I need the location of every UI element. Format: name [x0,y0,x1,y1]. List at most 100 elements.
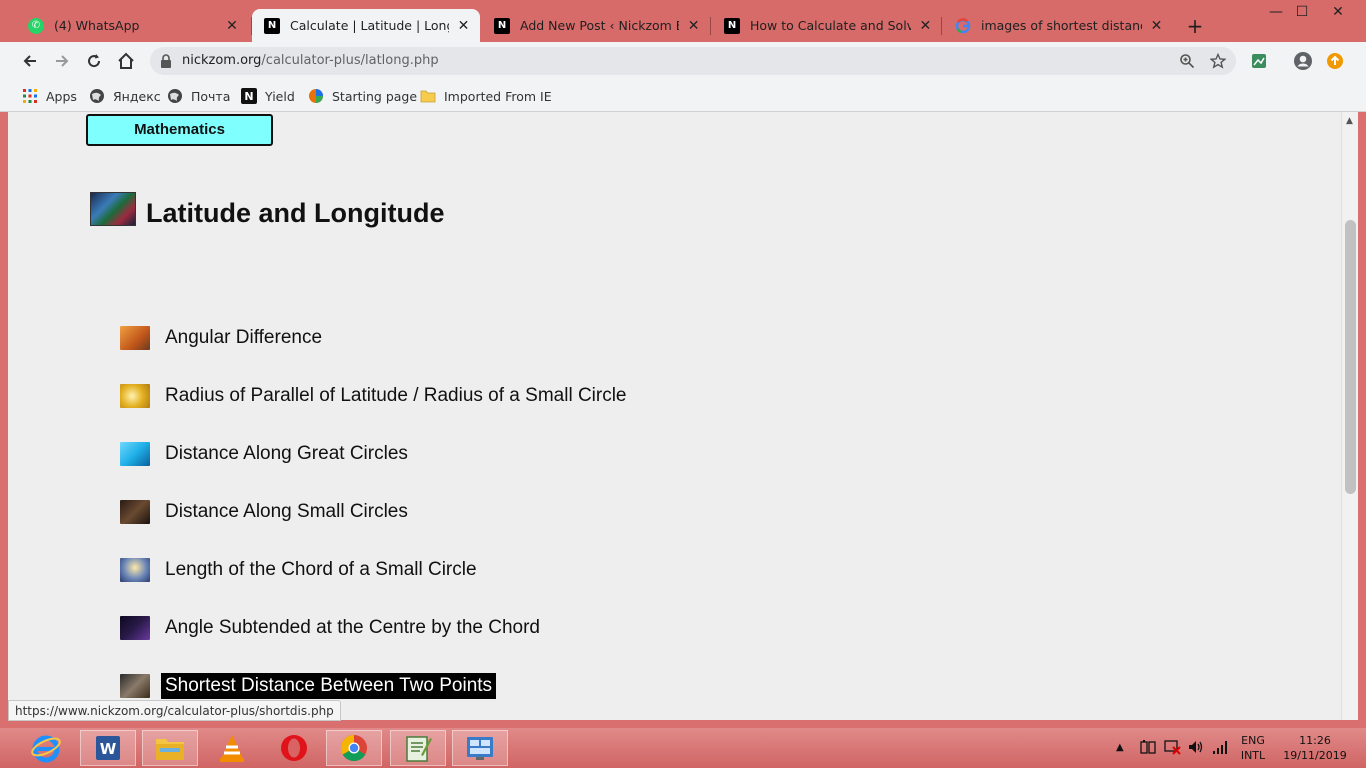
chrome-icon[interactable] [326,730,382,766]
url-text[interactable]: nickzom.org/calculator-plus/latlong.php [182,53,439,68]
show-hidden-icons-button[interactable]: ▲ [1116,740,1124,768]
tab-title: (4) WhatsApp [54,18,140,33]
close-icon[interactable]: ✕ [1150,18,1163,34]
link-angle-subtended[interactable]: Angle Subtended at the Centre by the Cho… [120,613,544,643]
scrollbar-thumb[interactable] [1345,220,1356,494]
extension-icon[interactable] [1249,51,1269,71]
opera-icon[interactable] [266,730,322,766]
battery-icon[interactable] [1139,739,1157,768]
back-button[interactable] [18,49,42,73]
link-label[interactable]: Length of the Chord of a Small Circle [165,557,481,583]
link-shortest-distance[interactable]: Shortest Distance Between Two Points [120,671,497,701]
link-label[interactable]: Distance Along Small Circles [165,499,412,525]
starting-page-icon [308,88,324,104]
latitude-longitude-thumbnail [90,192,136,226]
link-thumbnail [120,326,150,350]
close-icon[interactable]: ✕ [687,18,700,34]
tab-separator [941,17,942,35]
forward-arrow-icon [56,55,69,67]
language-code: ENG [1241,734,1265,747]
link-thumbnail [120,384,150,408]
link-thumbnail [120,674,150,698]
page-title: Latitude and Longitude [146,198,445,228]
bookmarks-bar: Apps Яндекс Почта N Yield Starting page … [0,80,1366,112]
clock-date: 19/11/2019 [1283,749,1347,762]
home-icon [118,52,134,69]
bookmark-label: Яндекс [113,88,161,104]
link-label[interactable]: Angular Difference [165,325,326,351]
link-distance-small-circles[interactable]: Distance Along Small Circles [120,497,412,527]
link-label[interactable]: Distance Along Great Circles [165,441,412,467]
close-icon[interactable]: ✕ [224,18,240,34]
new-tab-button[interactable]: + [1184,14,1206,38]
link-label[interactable]: Radius of Parallel of Latitude / Radius … [165,383,631,409]
url-host: nickzom.org [182,53,262,68]
reload-button[interactable] [82,49,106,73]
tab-separator [710,17,711,35]
bookmark-pochta[interactable]: Почта [167,85,230,107]
volume-icon[interactable] [1187,739,1205,768]
vlc-icon[interactable] [204,730,260,766]
bookmark-star-icon[interactable] [1209,52,1227,70]
update-icon[interactable] [1325,51,1345,71]
page-viewport: Mathematics Latitude and Longitude Angul… [8,112,1358,720]
keyboard-layout: INTL [1240,749,1266,762]
signal-strength-icon[interactable] [1211,739,1229,768]
notepad-icon[interactable] [390,730,446,766]
scroll-up-arrow-icon[interactable]: ▲ [1346,116,1353,126]
bookmark-label: Apps [46,88,77,104]
bookmark-yandex[interactable]: Яндекс [89,85,161,107]
whatsapp-icon: ✆ [28,17,44,34]
internet-explorer-icon[interactable] [18,730,74,766]
tab-google-images[interactable]: images of shortest distance bet ✕ [943,9,1173,42]
clock[interactable]: 11:26 19/11/2019 [1282,733,1348,768]
back-arrow-icon [23,55,36,67]
tab-strip: ✆ (4) WhatsApp ✕ N Calculate | Latitude … [0,0,1366,42]
bookmark-imported-from-ie[interactable]: Imported From IE [420,85,552,107]
globe-icon [89,88,105,104]
link-distance-great-circles[interactable]: Distance Along Great Circles [120,439,412,469]
windows-taskbar: W ▲ ENG INTL 11:26 19/11/2019 [0,728,1366,768]
link-label[interactable]: Angle Subtended at the Centre by the Cho… [165,615,544,641]
network-disconnected-icon[interactable] [1163,739,1181,768]
bookmark-apps[interactable]: Apps [22,85,77,107]
tab-title: Calculate | Latitude | Longitude [290,18,449,33]
tab-title: Add New Post ‹ Nickzom Blog — [520,18,679,33]
link-length-of-chord[interactable]: Length of the Chord of a Small Circle [120,555,481,585]
link-radius-of-parallel[interactable]: Radius of Parallel of Latitude / Radius … [120,381,631,411]
vertical-scrollbar[interactable]: ▲ [1341,112,1358,720]
tab-how-to-calculate[interactable]: N How to Calculate and Solve for ✕ [712,9,942,42]
bookmark-label: Yield [265,88,295,104]
status-bar-url: https://www.nickzom.org/calculator-plus/… [8,700,341,721]
link-angular-difference[interactable]: Angular Difference [120,323,326,353]
tab-whatsapp[interactable]: ✆ (4) WhatsApp ✕ [16,9,250,42]
close-icon[interactable]: ✕ [457,18,470,34]
apps-grid-icon [22,88,38,104]
link-label[interactable]: Shortest Distance Between Two Points [161,673,497,699]
home-button[interactable] [114,49,138,73]
word-icon[interactable]: W [80,730,136,766]
file-explorer-icon[interactable] [142,730,198,766]
mathematics-category-button[interactable]: Mathematics [86,114,273,146]
link-thumbnail [120,442,150,466]
google-icon [955,17,971,34]
tab-calculate-latitude[interactable]: N Calculate | Latitude | Longitude ✕ [252,9,480,42]
window-close-button[interactable]: ✕ [1318,0,1358,26]
close-icon[interactable]: ✕ [919,18,932,34]
nickzom-icon: N [264,17,280,34]
nickzom-icon: N [494,17,510,34]
forward-button[interactable] [50,49,74,73]
profile-icon[interactable] [1293,51,1313,71]
language-indicator[interactable]: ENG INTL [1236,733,1270,768]
zoom-icon[interactable] [1178,52,1196,70]
link-thumbnail [120,500,150,524]
folder-icon [420,88,436,104]
bookmark-yield[interactable]: N Yield [241,85,295,107]
address-bar[interactable]: nickzom.org/calculator-plus/latlong.php [150,47,1236,75]
svg-text:W: W [100,740,117,758]
lock-icon[interactable] [160,53,172,72]
control-panel-icon[interactable] [452,730,508,766]
bookmark-starting-page[interactable]: Starting page [308,85,417,107]
tab-add-new-post[interactable]: N Add New Post ‹ Nickzom Blog — ✕ [482,9,710,42]
maximize-button[interactable]: ☐ [1282,0,1322,26]
